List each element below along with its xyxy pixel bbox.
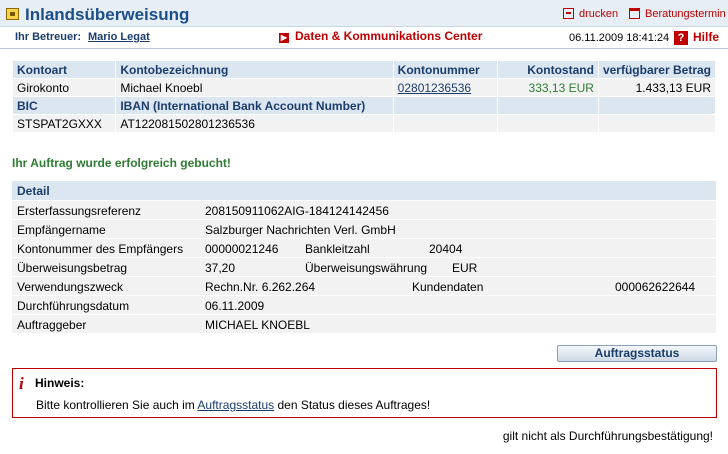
detail-value: 00000021246 (205, 242, 279, 256)
detail-label: Empfängername (17, 223, 106, 237)
detail-label: Auftraggeber (17, 318, 87, 332)
footer-note: gilt nicht als Durchführungsbestätigung! (502, 429, 713, 443)
detail-row: Ersterfassungsreferenz 208150911062AIG-1… (12, 200, 716, 219)
account-balance: 333,13 EUR (496, 78, 599, 97)
detail-label: Kundendaten (412, 280, 484, 294)
divider (0, 48, 728, 49)
print-label: drucken (579, 8, 619, 20)
detail-section: Detail Ersterfassungsreferenz 2081509110… (12, 181, 716, 333)
col-header-available: verfügbarer Betrag (597, 60, 717, 79)
account-name: Michael Knoebl (115, 78, 394, 97)
help-button[interactable]: ? Hilfe (674, 30, 719, 45)
detail-value: 20404 (429, 242, 463, 256)
detail-label: Ersterfassungsreferenz (17, 204, 142, 218)
help-label: Hilfe (693, 30, 720, 44)
notice-box: i Hinweis: Bitte kontrollieren Sie auch … (12, 368, 717, 418)
detail-header: Detail (12, 181, 716, 200)
detail-row: Empfängername Salzburger Nachrichten Ver… (12, 219, 716, 238)
col-header-account-type: Kontoart (11, 60, 117, 79)
iban-value: AT122081502801236536 (115, 114, 394, 133)
notice-text-before: Bitte kontrollieren Sie auch im (36, 398, 198, 412)
data-center-label: Daten & Kommunikations Center (295, 29, 483, 43)
appointment-button[interactable]: Beratungstermin (629, 8, 726, 20)
detail-value: Rechn.Nr. 6.262.264 (205, 280, 316, 294)
info-icon: i (19, 374, 24, 393)
timestamp: 06.11.2009 18:41:24 (569, 32, 670, 44)
page-title: Inlandsüberweisung (25, 5, 190, 24)
detail-label: Bankleitzahl (305, 242, 370, 256)
title-bar: Inlandsüberweisung drucken Beratungsterm… (0, 0, 728, 27)
detail-row: Überweisungsbetrag 37,20 Überweisungswäh… (12, 257, 716, 276)
available-amount: 1.433,13 EUR (597, 78, 717, 97)
transfer-icon (6, 8, 19, 20)
detail-label: Durchführungsdatum (17, 299, 130, 313)
col-header-account-name: Kontobezeichnung (115, 60, 394, 79)
account-table: Kontoart Kontobezeichnung Kontonummer Ko… (11, 60, 717, 133)
success-message: Ihr Auftrag wurde erfolgreich gebucht! (12, 156, 231, 170)
detail-value: 06.11.2009 (205, 299, 265, 313)
calendar-icon (629, 8, 640, 19)
detail-row: Auftraggeber MICHAEL KNOEBL (12, 314, 716, 333)
bic-iban-row: STSPAT2GXXX AT122081502801236536 (11, 114, 717, 133)
detail-row: Kontonummer des Empfängers 00000021246 B… (12, 238, 716, 257)
detail-value: EUR (452, 261, 478, 275)
detail-row: Durchführungsdatum 06.11.2009 (12, 295, 716, 314)
account-number-link[interactable]: 02801236536 (398, 81, 471, 95)
detail-value: MICHAEL KNOEBL (205, 318, 310, 332)
notice-title: Hinweis: (35, 376, 85, 390)
account-type: Girokonto (11, 78, 117, 97)
col-header-iban: IBAN (International Bank Account Number) (115, 96, 394, 115)
col-header-balance: Kontostand (496, 60, 599, 79)
detail-value: Salzburger Nachrichten Verl. GmbH (205, 223, 396, 237)
order-status-link[interactable]: Auftragsstatus (197, 398, 274, 412)
detail-row: Verwendungszweck Rechn.Nr. 6.262.264 Kun… (12, 276, 716, 295)
appointment-label: Beratungstermin (645, 8, 726, 20)
detail-label: Verwendungszweck (17, 280, 124, 294)
info-bar: Ihr Betreuer: Mario Legat ▶ Daten & Kommu… (0, 27, 728, 47)
col-header-bic: BIC (11, 96, 117, 115)
data-center-link[interactable]: ▶ Daten & Kommunikations Center (279, 29, 482, 43)
account-row: Girokonto Michael Knoebl 02801236536 333… (11, 78, 717, 97)
detail-label: Kontonummer des Empfängers (17, 242, 184, 256)
order-status-button[interactable]: Auftragsstatus (557, 345, 717, 362)
col-header-account-number: Kontonummer (392, 60, 498, 79)
detail-label: Überweisungswährung (305, 261, 428, 275)
bic-iban-header-row: BIC IBAN (International Bank Account Num… (11, 96, 717, 115)
detail-value: 000062622644 (615, 280, 696, 294)
bic-value: STSPAT2GXXX (11, 114, 117, 133)
notice-text: Bitte kontrollieren Sie auch im Auftrags… (36, 398, 430, 412)
printer-icon (563, 8, 574, 19)
print-button[interactable]: drucken (563, 8, 618, 20)
detail-label: Überweisungsbetrag (17, 261, 128, 275)
detail-value: 208150911062AIG-184124142456 (205, 204, 389, 218)
account-header-row: Kontoart Kontobezeichnung Kontonummer Ko… (11, 60, 717, 79)
detail-value: 37,20 (205, 261, 236, 275)
notice-text-after: den Status dieses Auftrages! (274, 398, 431, 412)
help-icon: ? (674, 31, 688, 45)
advisor-link[interactable]: Mario Legat (88, 31, 150, 43)
advisor-label: Ihr Betreuer: (15, 31, 82, 43)
arrow-right-icon: ▶ (279, 33, 289, 43)
